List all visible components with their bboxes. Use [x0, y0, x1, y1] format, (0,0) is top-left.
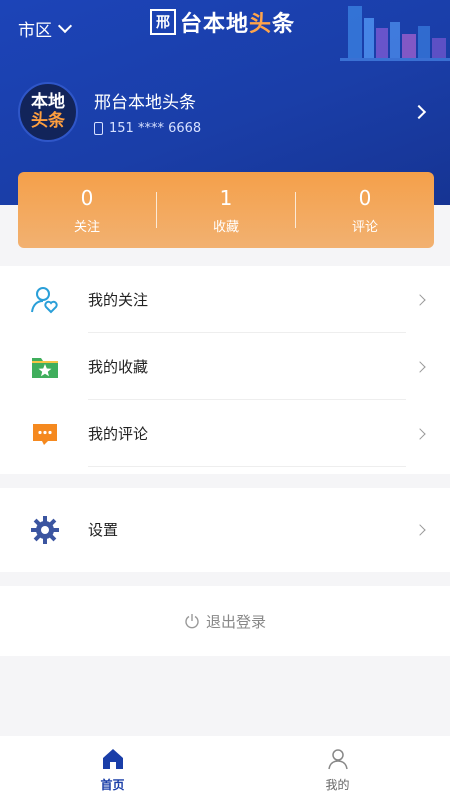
avatar: 本地 头条: [18, 82, 78, 142]
chevron-right-icon: [414, 427, 426, 440]
menu-list: 我的关注 我的收藏 我的评论: [0, 266, 450, 474]
chevron-right-icon: [414, 523, 426, 536]
user-heart-icon: [31, 286, 58, 313]
logout-button[interactable]: 退出登录: [0, 586, 450, 656]
stats-card: 0 关注 1 收藏 0 评论: [18, 172, 434, 248]
stat-value: 1: [219, 185, 233, 210]
user-name: 邢台本地头条: [94, 93, 196, 113]
user-profile-card[interactable]: 本地 头条 邢台本地头条 151 **** 6668: [18, 82, 438, 142]
tab-label: 我的: [325, 778, 350, 792]
power-icon: [185, 614, 199, 629]
menu-item-label: 设置: [88, 521, 119, 539]
menu-item-label: 我的收藏: [88, 358, 149, 376]
tab-home[interactable]: 首页: [0, 736, 225, 800]
menu-item-label: 我的关注: [88, 291, 149, 309]
menu-item-follows[interactable]: 我的关注: [0, 266, 450, 333]
menu-item-settings[interactable]: 设置: [0, 496, 450, 563]
menu-item-favorites[interactable]: 我的收藏: [0, 333, 450, 400]
menu-item-comments[interactable]: 我的评论: [0, 400, 450, 467]
home-icon: [102, 749, 123, 769]
app-logo: 邢 台本地头条: [150, 6, 295, 38]
tab-mine[interactable]: 我的: [225, 736, 450, 800]
city-label: 市区: [18, 21, 52, 41]
stat-comments[interactable]: 0 评论: [296, 186, 434, 235]
comment-icon: [33, 423, 57, 445]
stat-label: 收藏: [212, 219, 239, 235]
city-skyline-icon: [340, 6, 450, 61]
stat-follow[interactable]: 0 关注: [18, 186, 156, 235]
tab-label: 首页: [100, 778, 125, 792]
logout-label: 退出登录: [205, 612, 266, 631]
stat-label: 评论: [351, 219, 378, 235]
chevron-right-icon: [411, 104, 427, 120]
stat-favorites[interactable]: 1 收藏: [157, 186, 295, 235]
chevron-right-icon: [414, 360, 426, 373]
chevron-right-icon: [414, 293, 426, 306]
bottom-tab-bar: 首页 我的: [0, 736, 450, 800]
stat-value: 0: [358, 185, 372, 210]
divider: [88, 466, 406, 467]
phone-icon: [94, 122, 103, 135]
stat-label: 关注: [73, 219, 100, 235]
settings-section: 设置: [0, 488, 450, 572]
chevron-down-icon: [57, 18, 73, 33]
gear-icon: [31, 515, 59, 544]
folder-star-icon: [32, 357, 58, 378]
city-selector[interactable]: 市区: [18, 16, 73, 41]
user-phone: 151 **** 6668: [109, 121, 202, 136]
user-icon: [327, 749, 348, 770]
menu-item-label: 我的评论: [88, 425, 149, 443]
logo-mark-icon: 邢: [150, 9, 176, 35]
stat-value: 0: [80, 185, 94, 210]
